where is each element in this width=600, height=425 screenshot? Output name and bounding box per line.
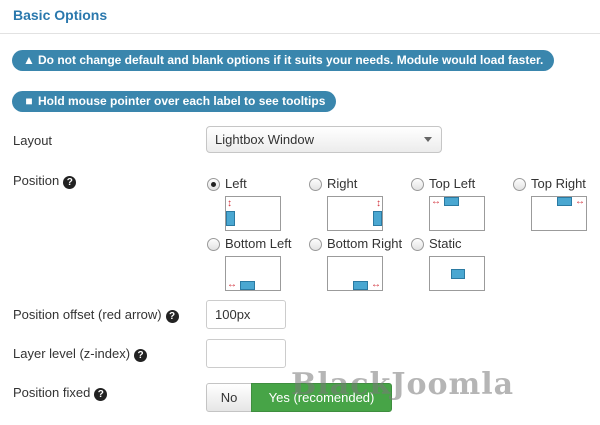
position-radio-top-left[interactable] [411,178,424,191]
layer-block [240,281,255,290]
warning-icon: ▲ [23,53,35,67]
layer-block [373,211,382,226]
layer-block [444,197,459,206]
layer-block [353,281,368,290]
position-option-label: Static [429,236,462,251]
position-option-label: Right [327,176,358,191]
fixed-yes-button[interactable]: Yes (recomended) [251,383,392,412]
layout-label[interactable]: Layout [13,133,52,148]
zindex-label[interactable]: Layer level (z-index)? [13,346,148,362]
layout-select[interactable]: Lightbox Window [206,126,442,153]
position-preview-left: ↕ [225,196,281,231]
arrow-vertical-icon: ↕ [376,198,381,209]
offset-input[interactable]: 100px [206,300,286,329]
section-title: Basic Options [13,7,108,23]
arrow-vertical-icon: ↕ [227,198,232,209]
position-preview-bottom-left: ↔ [225,256,281,291]
help-icon[interactable]: ? [63,176,77,189]
help-icon[interactable]: ? [134,349,148,362]
position-preview-top-right: ↔ [531,196,587,231]
layer-block [451,269,465,279]
position-radio-right[interactable] [309,178,322,191]
position-radio-bottom-left[interactable] [207,238,220,251]
position-radio-bottom-right[interactable] [309,238,322,251]
position-preview-bottom-right: ↔ [327,256,383,291]
position-preview-static [429,256,485,291]
position-radio-left[interactable] [207,178,220,191]
help-icon[interactable]: ? [94,388,108,401]
position-option-label: Bottom Left [225,236,292,251]
position-preview-top-left: ↔ [429,196,485,231]
fixed-label[interactable]: Position fixed? [13,385,108,401]
position-option-label: Bottom Right [327,236,403,251]
notice-default-text: Do not change default and blank options … [38,53,544,67]
arrow-horizontal-icon: ↔ [227,279,237,290]
offset-label[interactable]: Position offset (red arrow)? [13,307,179,323]
arrow-horizontal-icon: ↔ [431,196,441,207]
position-label[interactable]: Position? [13,173,77,189]
fixed-no-button[interactable]: No [206,383,252,412]
position-option-label: Top Right [531,176,586,191]
layer-block [226,211,235,226]
section-divider [0,33,600,34]
chevron-down-icon [424,137,432,142]
comment-icon: ■ [25,94,33,108]
position-radio-static[interactable] [411,238,424,251]
notice-tooltips: ■ Hold mouse pointer over each label to s… [12,91,337,112]
arrow-horizontal-icon: ↔ [371,279,381,290]
notice-default-options: ▲ Do not change default and blank options… [12,50,555,71]
layout-selected-value: Lightbox Window [215,132,314,147]
position-option-label: Top Left [429,176,476,191]
arrow-horizontal-icon: ↔ [575,196,585,207]
layer-block [557,197,572,206]
position-radio-top-right[interactable] [513,178,526,191]
notice-tooltips-text: Hold mouse pointer over each label to se… [38,94,326,108]
help-icon[interactable]: ? [165,310,179,323]
position-option-label: Left [225,176,247,191]
zindex-input[interactable] [206,339,286,368]
position-preview-right: ↕ [327,196,383,231]
